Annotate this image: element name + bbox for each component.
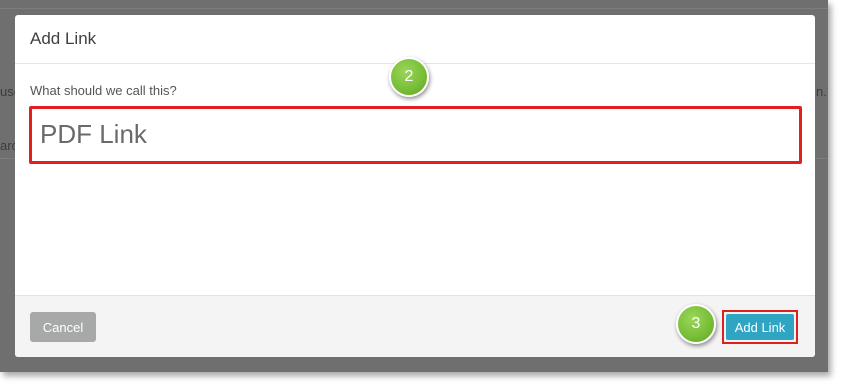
link-name-label: What should we call this? xyxy=(30,83,177,98)
add-link-button[interactable]: Add Link xyxy=(726,314,794,340)
button-highlight-box: Add Link xyxy=(722,310,798,344)
cancel-button[interactable]: Cancel xyxy=(30,312,96,342)
input-highlight-box xyxy=(29,106,802,164)
link-name-input[interactable] xyxy=(40,115,780,153)
step-3-badge: 3 xyxy=(676,304,716,344)
step-2-badge: 2 xyxy=(389,57,429,97)
dialog-title: Add Link xyxy=(30,29,97,48)
dialog-header: Add Link xyxy=(15,15,815,64)
background-text-fragment: n. xyxy=(816,84,827,99)
background-divider xyxy=(0,8,828,9)
